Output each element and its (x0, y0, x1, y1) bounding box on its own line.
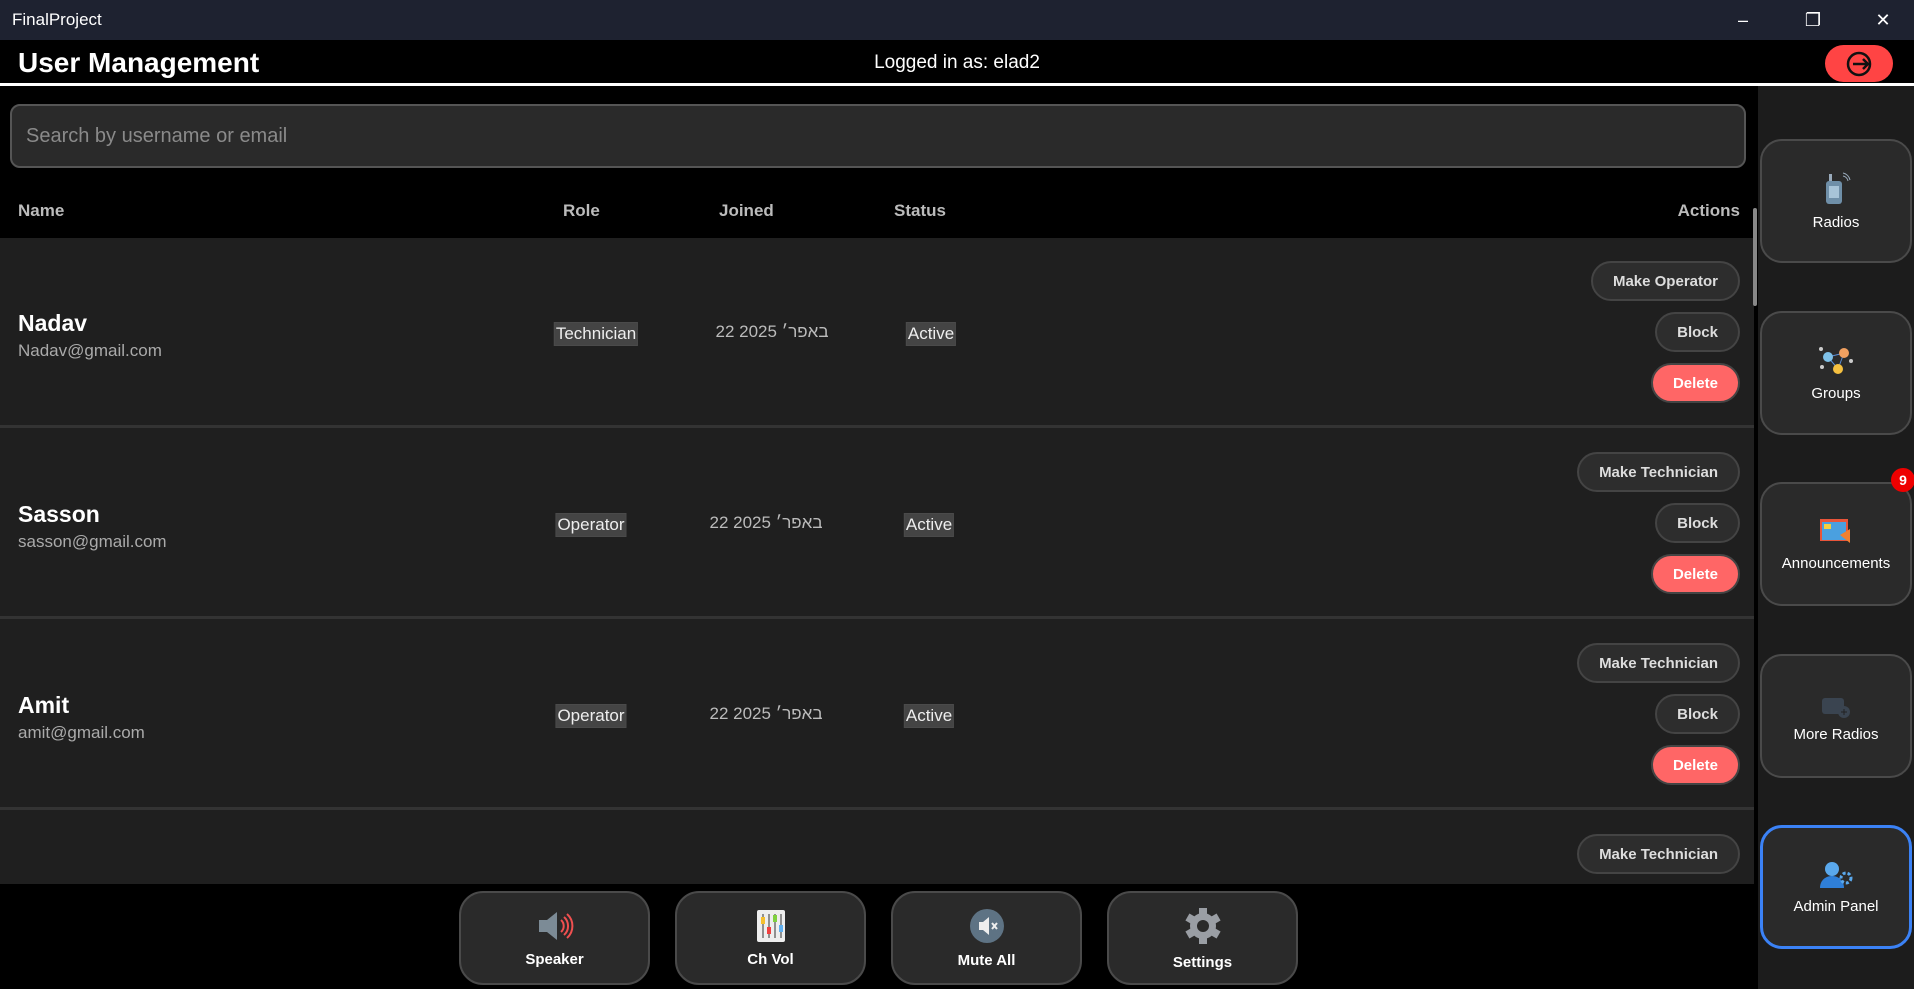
make-operator-button[interactable]: Make Operator (1590, 261, 1740, 301)
announcements-badge: 9 (1891, 468, 1914, 492)
channel-volume-button[interactable]: Ch Vol (675, 891, 866, 985)
user-name: Nadav (18, 310, 88, 336)
status-badge: Active (903, 704, 955, 728)
user-email: amit@gmail.com (18, 723, 145, 742)
channel-volume-label: Ch Vol (747, 950, 794, 968)
block-button[interactable]: Block (1655, 503, 1740, 543)
speaker-button[interactable]: Speaker (459, 891, 650, 985)
table-row: Make Technician (0, 811, 1754, 884)
joined-date: 22 באפר׳ 2025 (715, 322, 829, 341)
user-email: sasson@gmail.com (18, 532, 167, 551)
sidebar-item-label: Radios (1812, 213, 1860, 231)
user-email: Nadav@gmail.com (18, 341, 162, 360)
megaphone-icon (1820, 518, 1850, 543)
window-title: FinalProject (12, 10, 102, 29)
sidebar-item-admin-panel[interactable]: Admin Panel (1760, 825, 1912, 949)
speaker-label: Speaker (525, 950, 584, 968)
delete-button[interactable]: Delete (1650, 554, 1740, 594)
sidebar-item-label: Admin Panel (1793, 897, 1879, 915)
maximize-button[interactable]: ❐ (1793, 6, 1833, 34)
window-titlebar: FinalProject – ❐ ✕ (0, 0, 1914, 40)
column-header-status[interactable]: Status (894, 201, 946, 221)
delete-button[interactable]: Delete (1650, 363, 1740, 403)
make-technician-button[interactable]: Make Technician (1577, 452, 1740, 492)
table-row: Amit amit@gmail.com Operator 22 באפר׳ 20… (0, 620, 1754, 810)
status-badge: Active (903, 513, 955, 537)
table-row: Sasson sasson@gmail.com Operator 22 באפר… (0, 429, 1754, 619)
sidebar-item-more-radios[interactable]: More Radios (1760, 654, 1912, 778)
column-header-actions: Actions (1677, 201, 1740, 220)
logged-in-label: Logged in as: elad2 (874, 52, 1040, 73)
block-button[interactable]: Block (1655, 312, 1740, 352)
minimize-button[interactable]: – (1723, 6, 1763, 34)
delete-button[interactable]: Delete (1650, 745, 1740, 785)
walkie-talkie-icon (1826, 172, 1851, 204)
mute-icon (969, 908, 1004, 943)
gear-icon (1184, 907, 1221, 944)
sidebar-item-label: Groups (1811, 384, 1861, 402)
network-icon (1819, 346, 1853, 374)
role-tag: Operator (555, 513, 627, 537)
status-badge: Active (905, 322, 957, 346)
mixer-icon (756, 909, 785, 942)
admin-user-gear-icon (1820, 861, 1853, 888)
speaker-icon (538, 911, 573, 940)
block-button[interactable]: Block (1655, 694, 1740, 734)
column-header-name[interactable]: Name (18, 201, 64, 221)
column-header-role[interactable]: Role (563, 201, 600, 221)
user-name: Sasson (18, 501, 100, 527)
settings-button[interactable]: Settings (1107, 891, 1298, 985)
settings-label: Settings (1172, 953, 1233, 971)
make-technician-button[interactable]: Make Technician (1577, 834, 1740, 874)
close-button[interactable]: ✕ (1863, 6, 1903, 34)
logout-button[interactable] (1825, 45, 1893, 82)
table-scrollbar[interactable] (1753, 208, 1757, 306)
sidebar-item-label: More Radios (1793, 725, 1879, 743)
mute-all-button[interactable]: Mute All (891, 891, 1082, 985)
right-sidebar: Radios Groups Announcements More Radios … (1758, 86, 1914, 989)
logout-icon (1846, 51, 1872, 76)
make-technician-button[interactable]: Make Technician (1577, 643, 1740, 683)
search-input[interactable] (10, 104, 1746, 168)
sidebar-item-announcements[interactable]: Announcements (1760, 482, 1912, 606)
sidebar-item-radios[interactable]: Radios (1760, 139, 1912, 263)
joined-date: 22 באפר׳ 2025 (709, 704, 823, 723)
user-name: Amit (18, 692, 70, 718)
sidebar-item-label: Announcements (1781, 554, 1891, 572)
app-header: User Management Logged in as: elad2 (0, 40, 1914, 86)
role-tag: Technician (553, 322, 639, 346)
mute-all-label: Mute All (957, 951, 1016, 969)
column-header-joined[interactable]: Joined (719, 201, 774, 221)
role-tag: Operator (555, 704, 627, 728)
users-table: Nadav Nadav@gmail.com Technician 22 באפר… (0, 238, 1754, 884)
table-row: Nadav Nadav@gmail.com Technician 22 באפר… (0, 238, 1754, 428)
radio-add-icon (1822, 697, 1850, 718)
joined-date: 22 באפר׳ 2025 (709, 513, 823, 532)
sidebar-item-groups[interactable]: Groups (1760, 311, 1912, 435)
